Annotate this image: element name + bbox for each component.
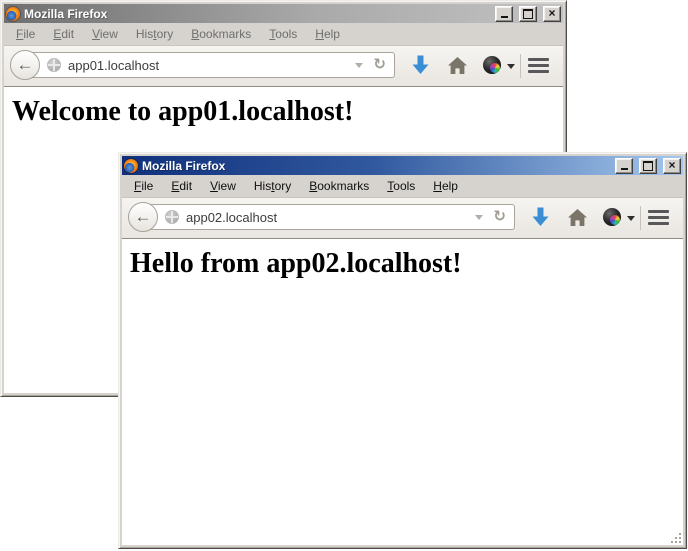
menubar: File Edit View History Bookmarks Tools H… <box>122 175 683 197</box>
maximize-button[interactable] <box>639 158 657 174</box>
hamburger-icon <box>648 210 669 213</box>
menu-edit[interactable]: Edit <box>162 176 201 196</box>
back-button[interactable]: ← <box>10 50 40 80</box>
navigation-toolbar: ← ↻ <box>4 45 563 87</box>
titlebar[interactable]: Mozilla Firefox × <box>4 4 563 23</box>
back-arrow-icon: ← <box>17 55 34 75</box>
menu-tools[interactable]: Tools <box>378 176 424 196</box>
firefox-logo-icon <box>124 159 138 173</box>
window-title: Mozilla Firefox <box>142 159 609 173</box>
window-title: Mozilla Firefox <box>24 7 489 21</box>
menu-view[interactable]: View <box>201 176 245 196</box>
download-button[interactable] <box>412 55 429 75</box>
maximize-button[interactable] <box>519 6 537 22</box>
home-icon <box>448 57 467 74</box>
home-icon <box>568 209 587 226</box>
back-button[interactable]: ← <box>128 202 158 232</box>
menu-file[interactable]: File <box>125 176 162 196</box>
site-identity-globe-icon[interactable] <box>165 210 179 224</box>
maximize-icon <box>523 9 533 19</box>
resize-grip[interactable] <box>670 532 682 544</box>
toolbar-separator <box>520 54 521 78</box>
close-button[interactable]: × <box>663 158 681 174</box>
download-arrow-icon <box>532 207 549 227</box>
menu-bookmarks[interactable]: Bookmarks <box>300 176 378 196</box>
home-button[interactable] <box>448 57 467 74</box>
hamburger-icon <box>528 58 549 61</box>
titlebar[interactable]: Mozilla Firefox × <box>122 156 683 175</box>
firefox-logo-icon <box>6 7 20 21</box>
url-input[interactable] <box>179 210 473 225</box>
urlbar-dropdown-icon[interactable] <box>475 215 483 224</box>
toolbar-separator <box>640 206 641 230</box>
minimize-button[interactable] <box>615 158 633 174</box>
firefox-window-app02: Mozilla Firefox × File Edit View History… <box>118 152 687 549</box>
download-arrow-icon <box>412 55 429 75</box>
menubar: File Edit View History Bookmarks Tools H… <box>4 23 563 45</box>
color-wheel-caret-icon[interactable] <box>627 216 635 225</box>
url-input[interactable] <box>61 58 353 73</box>
reload-icon[interactable]: ↻ <box>373 57 386 73</box>
minimize-icon <box>621 168 628 170</box>
minimize-button[interactable] <box>495 6 513 22</box>
hamburger-menu-button[interactable] <box>648 210 670 226</box>
download-button[interactable] <box>532 207 549 227</box>
close-button[interactable]: × <box>543 6 561 22</box>
menu-tools[interactable]: Tools <box>260 24 306 44</box>
close-icon: × <box>668 160 675 170</box>
menu-help[interactable]: Help <box>424 176 467 196</box>
desktop: Mozilla Firefox × File Edit View History… <box>0 0 688 551</box>
close-icon: × <box>548 8 555 18</box>
menu-history[interactable]: History <box>127 24 182 44</box>
menu-bookmarks[interactable]: Bookmarks <box>182 24 260 44</box>
menu-file[interactable]: File <box>7 24 44 44</box>
urlbar[interactable]: ↻ <box>142 204 515 230</box>
color-wheel-addon-button[interactable] <box>603 208 621 226</box>
reload-icon[interactable]: ↻ <box>493 209 506 225</box>
menu-view[interactable]: View <box>83 24 127 44</box>
maximize-icon <box>643 161 653 171</box>
urlbar-dropdown-icon[interactable] <box>355 63 363 72</box>
menu-history[interactable]: History <box>245 176 300 196</box>
menu-edit[interactable]: Edit <box>44 24 83 44</box>
back-arrow-icon: ← <box>135 207 152 227</box>
minimize-icon <box>501 16 508 18</box>
site-identity-globe-icon[interactable] <box>47 58 61 72</box>
color-wheel-addon-button[interactable] <box>483 56 501 74</box>
navigation-toolbar: ← ↻ <box>122 197 683 239</box>
page-heading: Welcome to app01.localhost! <box>12 96 563 128</box>
hamburger-menu-button[interactable] <box>528 58 550 74</box>
page-content: Hello from app02.localhost! <box>122 239 683 545</box>
page-heading: Hello from app02.localhost! <box>130 248 683 280</box>
color-wheel-caret-icon[interactable] <box>507 64 515 73</box>
urlbar[interactable]: ↻ <box>24 52 395 78</box>
menu-help[interactable]: Help <box>306 24 349 44</box>
home-button[interactable] <box>568 209 587 226</box>
